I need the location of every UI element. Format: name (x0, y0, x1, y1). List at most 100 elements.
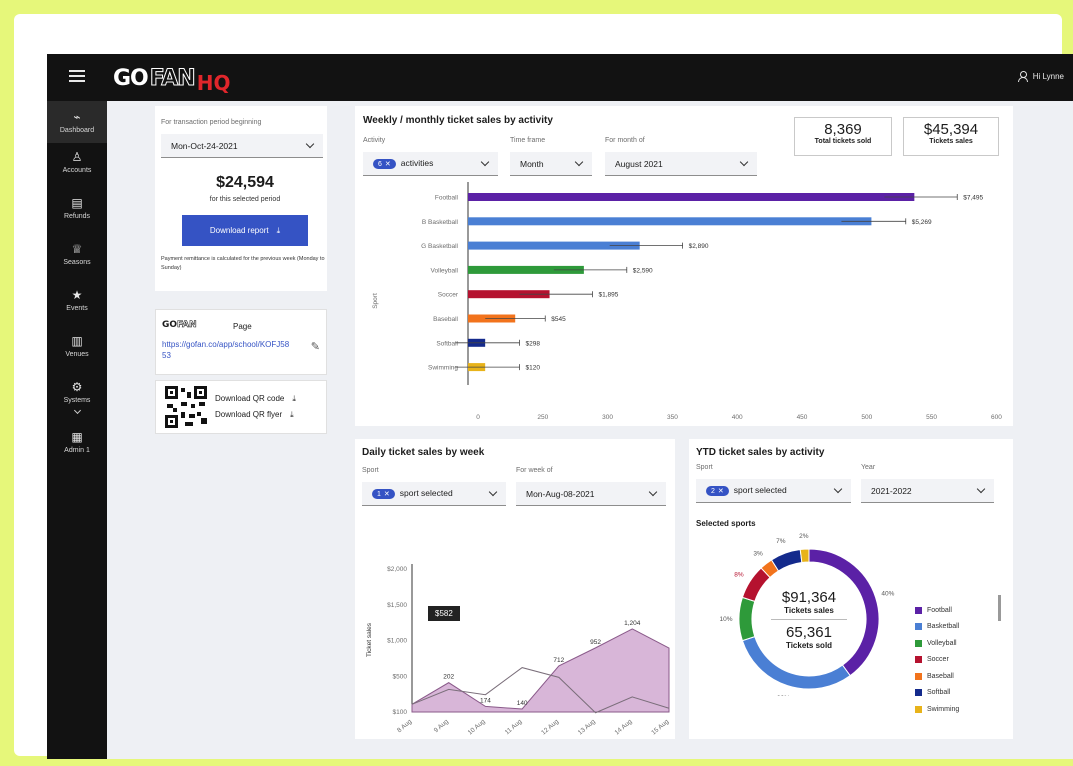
download-icon: ⤓ (290, 410, 294, 419)
month-label: For month of (605, 137, 645, 144)
sidebar-item-label: Seasons (63, 259, 91, 266)
sidebar-item-refunds[interactable]: ▤ Refunds (47, 197, 107, 221)
period-amount: $24,594 (216, 174, 274, 191)
ytd-sport-select[interactable]: 2 ✕ sport selected (696, 479, 851, 503)
y-tick-label: $1,500 (387, 602, 407, 609)
daily-sport-select[interactable]: 1 ✕ sport selected (362, 482, 506, 506)
user-icon (1017, 71, 1028, 82)
y-axis-label: Ticket sales (366, 622, 373, 657)
donut-slice (799, 548, 810, 564)
legend-label: Football (927, 606, 952, 614)
period-date-select[interactable]: Mon-Oct-24-2021 (161, 134, 323, 158)
data-label: $1,895 (598, 292, 618, 299)
data-label: 202 (443, 674, 454, 681)
chart-line-icon: ⌁ (73, 110, 81, 124)
activity-select[interactable]: 6 ✕ activities (363, 152, 498, 176)
data-label: $120 (526, 365, 541, 372)
x-tick-label: 11 Aug (504, 718, 524, 736)
year-select[interactable]: 2021-2022 (861, 479, 994, 503)
download-qr-flyer-label: Download QR flyer (215, 410, 283, 419)
timeframe-select[interactable]: Month (510, 152, 592, 176)
pill-count: 6 (378, 160, 382, 168)
data-label: 174 (480, 697, 491, 704)
sidebar-item-accounts[interactable]: ♙ Accounts (47, 151, 107, 175)
period-date-value: Mon-Oct-24-2021 (171, 140, 238, 151)
selection-count-pill[interactable]: 2 ✕ (706, 486, 729, 497)
y-tick-label: Soccer (438, 292, 459, 299)
download-report-button[interactable]: Download report ⤓ (182, 215, 308, 246)
ytd-sales-card: YTD ticket sales by activity Sport 2 ✕ spo… (689, 439, 1013, 739)
y-tick-label: Volleyball (431, 267, 459, 274)
gear-icon: ⚙ (71, 380, 83, 394)
ticket-sales-box: $45,394 Tickets sales (903, 117, 999, 156)
daily-sport-label: Sport (362, 467, 379, 474)
y-tick-label: $100 (393, 709, 408, 716)
ytd-sport-value: sport selected (733, 484, 787, 495)
ticket-sales-label: Tickets sales (929, 138, 973, 145)
gofan-page-url[interactable]: https://gofan.co/app/school/KOFJ5853 (162, 339, 292, 361)
sidebar-item-label: Venues (65, 351, 89, 358)
pill-count: 1 (377, 490, 381, 498)
top-bar: GO FAN HQ Hi Lynne (47, 54, 1073, 101)
x-tick-label: 12 Aug (540, 718, 560, 737)
data-label: 140 (517, 700, 528, 707)
download-qr-code-link[interactable]: Download QR code ⤓ (215, 394, 296, 404)
data-label: $5,269 (912, 219, 932, 226)
week-label: For week of (516, 467, 553, 474)
device-frame: GO FAN HQ Hi Lynne ⌁ Dashboard ♙ Accounts … (14, 14, 1073, 759)
y-tick-label: B Basketball (422, 219, 459, 226)
close-icon[interactable]: ✕ (385, 160, 391, 168)
gofan-hq-logo: GO FAN HQ (113, 65, 231, 95)
y-axis-label: Sport (372, 293, 379, 309)
x-tick-label: 15 Aug (650, 718, 670, 737)
data-label: $2,890 (689, 243, 709, 250)
daily-sport-value: sport selected (399, 487, 453, 498)
close-icon[interactable]: ✕ (384, 490, 390, 498)
sidebar-item-label: Dashboard (59, 127, 95, 134)
legend-label: Swimming (927, 705, 960, 713)
donut-pct-label: 10% (719, 616, 732, 623)
sidebar: ⌁ Dashboard ♙ Accounts ▤ Refunds ♕ Seaso… (47, 101, 107, 759)
legend-swatch (915, 705, 922, 713)
total-tickets-value: 8,369 (824, 121, 862, 138)
bar (468, 193, 915, 201)
selection-count-pill[interactable]: 1 ✕ (372, 489, 395, 500)
x-tick-label: 550 (926, 414, 937, 421)
sidebar-item-systems[interactable]: ⚙ Systems (47, 380, 107, 415)
scrollbar[interactable] (998, 595, 1001, 621)
close-icon[interactable]: ✕ (718, 487, 724, 495)
edit-icon[interactable]: ✎ (311, 340, 320, 353)
y-tick-label: Swimming (428, 365, 458, 372)
download-qr-flyer-link[interactable]: Download QR flyer ⤓ (215, 410, 294, 420)
admin-building-icon: ▦ (71, 430, 83, 444)
week-value: Mon-Aug-08-2021 (526, 488, 595, 499)
x-tick-label: 600 (991, 414, 1002, 421)
pill-count: 2 (711, 487, 715, 495)
sidebar-item-venues[interactable]: ▥ Venues (47, 334, 107, 359)
week-select[interactable]: Mon-Aug-08-2021 (516, 482, 666, 506)
sidebar-item-seasons[interactable]: ♕ Seasons (47, 243, 107, 267)
donut-pct-label: 3% (753, 550, 763, 557)
sidebar-item-events[interactable]: ★ Events (47, 288, 107, 313)
x-tick-label: 300 (602, 414, 613, 421)
month-value: August 2021 (615, 158, 663, 169)
data-label: $298 (526, 340, 541, 347)
user-menu[interactable]: Hi Lynne (1017, 71, 1064, 82)
calendar-star-icon: ★ (71, 288, 83, 302)
month-select[interactable]: August 2021 (605, 152, 757, 176)
donut-center-sold-label: Tickets sold (785, 641, 833, 650)
selection-count-pill[interactable]: 6 ✕ (373, 159, 396, 170)
hamburger-menu-icon[interactable] (69, 70, 85, 84)
building-icon: ▥ (71, 334, 83, 348)
x-tick-label: 350 (667, 414, 678, 421)
legend-label: Softball (927, 689, 951, 697)
donut-pct-label: 8% (734, 572, 744, 579)
total-tickets-box: 8,369 Total tickets sold (794, 117, 892, 156)
sidebar-item-dashboard[interactable]: ⌁ Dashboard (47, 101, 107, 143)
timeframe-value: Month (520, 158, 544, 169)
x-tick-label: 400 (732, 414, 743, 421)
chevron-down-icon (574, 157, 584, 167)
sidebar-item-admin[interactable]: ▦ Admin 1 (47, 430, 107, 455)
legend-swatch (915, 672, 922, 680)
activity-value: activities (400, 157, 434, 168)
